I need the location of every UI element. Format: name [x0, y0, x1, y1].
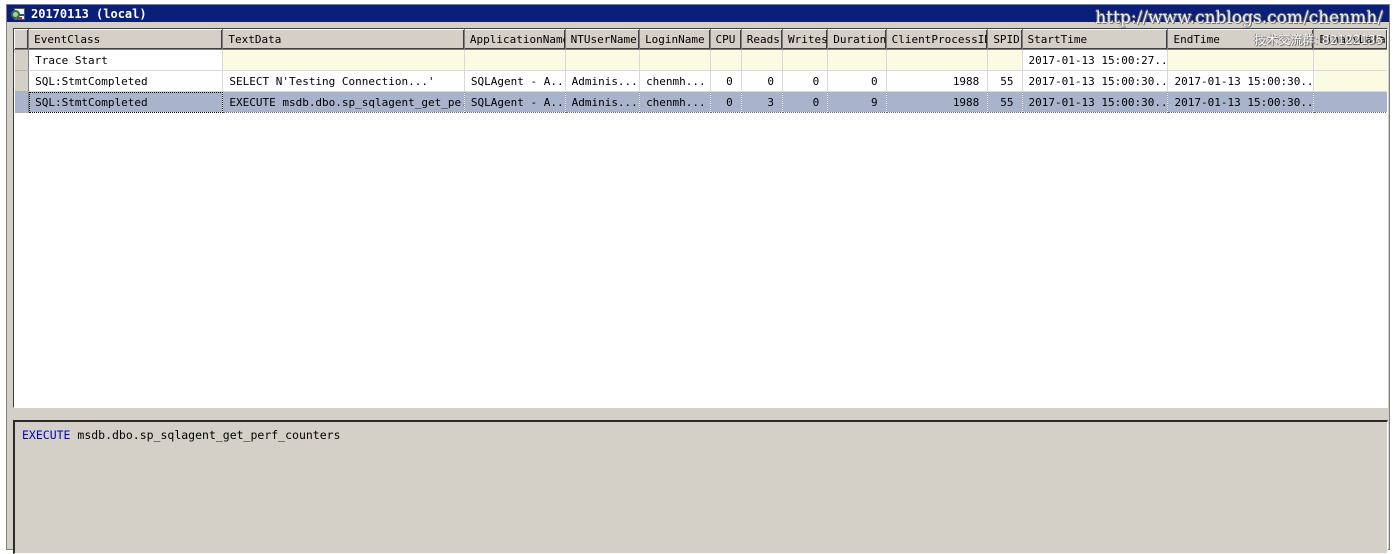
column-header-loginname[interactable]: LoginName	[639, 29, 711, 50]
cell-binarydata[interactable]	[1313, 91, 1387, 113]
cell-writes[interactable]: 0	[782, 70, 829, 92]
sql-text-content: EXECUTE msdb.dbo.sp_sqlagent_get_perf_co…	[15, 422, 1387, 442]
row-header[interactable]	[14, 91, 30, 113]
sql-text-pane[interactable]: EXECUTE msdb.dbo.sp_sqlagent_get_perf_co…	[13, 420, 1388, 554]
cell-clientprocessid[interactable]: 1988	[886, 91, 989, 113]
table-row[interactable]: SQL:StmtCompleted EXECUTE msdb.dbo.sp_sql…	[14, 91, 1387, 113]
column-header-cpu[interactable]: CPU	[709, 29, 742, 50]
cell-endtime[interactable]: 2017-01-13 15:00:30...	[1167, 91, 1315, 113]
sql-profiler-trace-icon	[11, 7, 27, 21]
cell-endtime[interactable]: 2017-01-13 15:00:30...	[1167, 70, 1315, 92]
horizontal-splitter[interactable]	[13, 410, 1388, 415]
table-row[interactable]: Trace Start 2017-01-13 15:00:27...	[14, 49, 1387, 71]
cell-writes[interactable]: 0	[782, 91, 829, 113]
cell-spid[interactable]: 55	[987, 70, 1023, 92]
column-header-reads[interactable]: Reads	[740, 29, 783, 50]
column-header-eventclass[interactable]: EventClass	[28, 29, 224, 50]
cell-starttime[interactable]: 2017-01-13 15:00:30...	[1022, 70, 1169, 92]
row-header[interactable]	[14, 70, 30, 92]
cell-duration[interactable]: 0	[827, 70, 887, 92]
cell-cpu[interactable]: 0	[710, 91, 742, 113]
cell-eventclass[interactable]: Trace Start	[28, 49, 224, 71]
column-header-textdata[interactable]: TextData	[222, 29, 465, 50]
cell-starttime[interactable]: 2017-01-13 15:00:27...	[1022, 49, 1169, 71]
cell-binarydata[interactable]	[1313, 49, 1387, 71]
cell-applicationname[interactable]: SQLAgent - A...	[464, 70, 566, 92]
cell-ntusername[interactable]: Adminis...	[565, 70, 641, 92]
cell-duration[interactable]	[827, 49, 887, 71]
cell-ntusername[interactable]	[565, 49, 641, 71]
cell-clientprocessid[interactable]	[886, 49, 989, 71]
trace-events-grid-pane[interactable]: EventClass TextData ApplicationName NTUserN…	[13, 28, 1388, 408]
column-header-ntusername[interactable]: NTUserName	[564, 29, 641, 50]
cell-cpu[interactable]: 0	[710, 70, 742, 92]
cell-writes[interactable]	[782, 49, 829, 71]
column-header-clientprocessid[interactable]: ClientProcessID	[885, 29, 989, 50]
cell-reads[interactable]	[741, 49, 783, 71]
window-client-area: EventClass TextData ApplicationName NTUserN…	[7, 22, 1389, 554]
window-title-bar[interactable]: 20170113 (local)	[7, 5, 1389, 22]
cell-duration[interactable]: 9	[827, 91, 887, 113]
cell-spid[interactable]	[987, 49, 1023, 71]
cell-loginname[interactable]: chenmh...	[639, 70, 711, 92]
cell-applicationname[interactable]	[464, 49, 566, 71]
cell-starttime[interactable]: 2017-01-13 15:00:30...	[1022, 91, 1169, 113]
column-header-starttime[interactable]: StartTime	[1021, 29, 1169, 50]
cell-eventclass[interactable]: SQL:StmtCompleted	[28, 91, 224, 113]
sql-keyword: EXECUTE	[22, 428, 71, 442]
cell-applicationname[interactable]: SQLAgent - A...	[464, 91, 566, 113]
cell-textdata[interactable]	[222, 49, 465, 71]
column-header-applicationname[interactable]: ApplicationName	[463, 29, 566, 50]
cell-textdata[interactable]: EXECUTE msdb.dbo.sp_sqlagent_get_pe...	[222, 91, 465, 113]
table-row[interactable]: SQL:StmtCompleted SELECT N'Testing Connec…	[14, 70, 1387, 92]
cell-loginname[interactable]: chenmh...	[639, 91, 711, 113]
column-header-endtime[interactable]: EndTime	[1167, 29, 1315, 50]
table-header-row: EventClass TextData ApplicationName NTUserN…	[14, 29, 1387, 50]
cell-textdata[interactable]: SELECT N'Testing Connection...'	[222, 70, 465, 92]
row-header[interactable]	[14, 49, 30, 71]
trace-events-table: EventClass TextData ApplicationName NTUserN…	[14, 29, 1387, 113]
cell-endtime[interactable]	[1167, 49, 1315, 71]
cell-loginname[interactable]	[639, 49, 711, 71]
cell-spid[interactable]: 55	[987, 91, 1023, 113]
column-header-writes[interactable]: Writes	[781, 29, 829, 50]
sql-statement-rest: msdb.dbo.sp_sqlagent_get_perf_counters	[70, 428, 341, 442]
cell-binarydata[interactable]	[1313, 70, 1387, 92]
cell-reads[interactable]: 3	[741, 91, 783, 113]
column-header-binarydata[interactable]: BinaryData	[1313, 29, 1387, 50]
window-title: 20170113 (local)	[31, 6, 147, 21]
grid-corner-header[interactable]	[14, 29, 30, 50]
trace-window: 20170113 (local) EventClass TextData Appli…	[6, 4, 1390, 554]
cell-eventclass[interactable]: SQL:StmtCompleted	[28, 70, 224, 92]
column-header-spid[interactable]: SPID	[987, 29, 1023, 50]
cell-cpu[interactable]	[710, 49, 742, 71]
cell-reads[interactable]: 0	[741, 70, 783, 92]
column-header-duration[interactable]: Duration	[827, 29, 887, 50]
cell-ntusername[interactable]: Adminis...	[565, 91, 641, 113]
cell-clientprocessid[interactable]: 1988	[886, 70, 989, 92]
